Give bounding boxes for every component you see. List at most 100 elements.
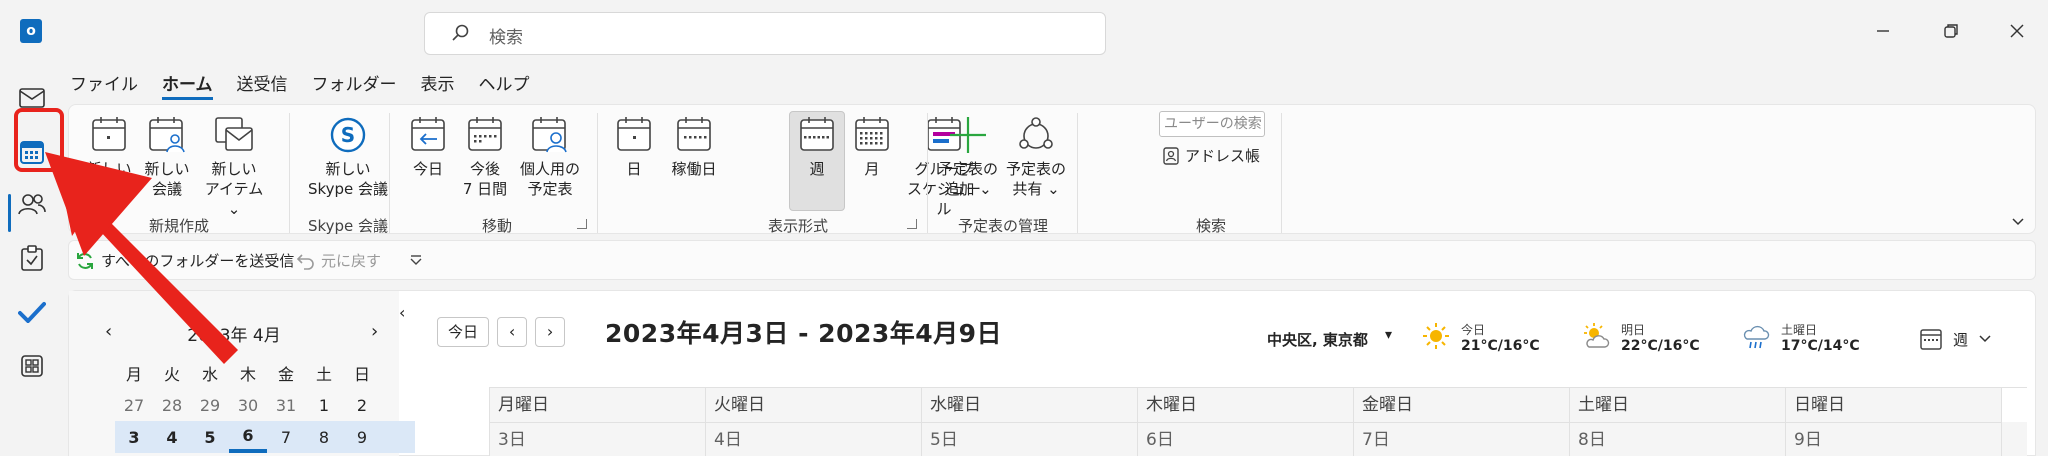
- mini-day[interactable]: 4: [153, 428, 191, 447]
- weekday-header: 日曜日: [1786, 388, 2002, 422]
- weather-tomorrow[interactable]: 明日 22°C/16°C: [1581, 321, 1700, 354]
- view-week-button[interactable]: 週: [791, 115, 843, 179]
- share-calendar-button[interactable]: 予定表の 共有 ⌄: [1003, 115, 1069, 199]
- restore-icon[interactable]: [1936, 16, 1966, 46]
- search-placeholder: 検索: [489, 28, 523, 48]
- month-view-icon: [855, 117, 889, 151]
- title-bar: o 検索: [0, 0, 2048, 66]
- day-cell[interactable]: 4日: [706, 422, 922, 456]
- weather-today-temp: 21°C/16°C: [1461, 338, 1540, 354]
- view-month-button[interactable]: 月: [847, 115, 897, 179]
- go-today-button[interactable]: 今日: [437, 317, 490, 347]
- share-calendar-line1: 予定表の: [1005, 160, 1066, 178]
- day-cell[interactable]: 8日: [1570, 422, 1786, 456]
- mini-month-label: 2023年 4月: [187, 326, 281, 346]
- weekday-header: 月曜日: [490, 388, 706, 422]
- mini-day[interactable]: 1: [305, 396, 343, 415]
- svg-text:S: S: [341, 123, 355, 147]
- prev-week-button[interactable]: ‹: [497, 317, 528, 347]
- mini-weekday: 月: [125, 365, 142, 384]
- day-cell[interactable]: 7日: [1354, 422, 1570, 456]
- mini-next-month-icon[interactable]: ›: [371, 321, 378, 342]
- address-book-button[interactable]: アドレス帳: [1163, 145, 1260, 166]
- view-workweek-button[interactable]: 稼働日: [663, 115, 725, 179]
- send-receive-all-button[interactable]: すべてのフォルダーを送受信: [75, 250, 294, 271]
- weather-today[interactable]: 今日 21°C/16°C: [1421, 321, 1540, 354]
- personal-calendar-button[interactable]: 個人用の 予定表: [515, 115, 585, 199]
- mini-day[interactable]: 3: [115, 428, 153, 447]
- close-icon[interactable]: [2002, 16, 2032, 46]
- collapse-pane-icon[interactable]: ‹: [399, 303, 405, 322]
- next-week-button[interactable]: ›: [535, 317, 566, 347]
- next-7-days-button[interactable]: 今後 7 日間: [459, 115, 511, 199]
- day-cell[interactable]: 5日: [922, 422, 1138, 456]
- mini-day-today[interactable]: 6: [229, 421, 267, 453]
- next-7-days-line1: 今後: [469, 160, 500, 178]
- share-calendar-icon: [1019, 117, 1053, 149]
- view-workweek-label: 稼働日: [671, 160, 717, 178]
- mini-day[interactable]: 5: [191, 428, 229, 447]
- tab-send-receive[interactable]: 送受信: [237, 72, 288, 100]
- week-header-row: 月曜日 火曜日 水曜日 木曜日 金曜日 土曜日 日曜日: [490, 388, 2027, 422]
- day-cell[interactable]: 6日: [1138, 422, 1354, 456]
- mini-day[interactable]: 7: [267, 428, 305, 447]
- mini-weekday: 木: [239, 365, 256, 384]
- new-meeting-line1: 新しい: [144, 160, 190, 178]
- mini-day[interactable]: 30: [229, 396, 267, 415]
- add-calendar-icon: [950, 117, 986, 153]
- weather-saturday[interactable]: 土曜日 17°C/14°C: [1741, 321, 1860, 354]
- user-search-input[interactable]: ユーザーの検索: [1159, 111, 1265, 137]
- new-items-button[interactable]: 新しい アイテム ⌄: [199, 115, 269, 219]
- tab-home[interactable]: ホーム: [162, 72, 213, 100]
- move-group-label: 移動: [481, 217, 512, 235]
- tab-folder[interactable]: フォルダー: [312, 72, 397, 100]
- day-cell[interactable]: 9日: [1786, 422, 2002, 456]
- day-cell[interactable]: 3日: [490, 422, 706, 456]
- people-icon[interactable]: [12, 184, 52, 224]
- view-switcher[interactable]: 週: [1919, 327, 1992, 351]
- undo-icon: [297, 253, 314, 270]
- tab-file[interactable]: ファイル: [70, 72, 138, 100]
- weather-tomorrow-label: 明日: [1621, 323, 1646, 337]
- chevron-down-icon[interactable]: [2011, 215, 2025, 229]
- tasks-icon[interactable]: [12, 238, 52, 278]
- tab-view[interactable]: 表示: [421, 72, 455, 100]
- weather-today-label: 今日: [1461, 323, 1486, 337]
- new-meeting-button[interactable]: 新しい 会議: [141, 115, 193, 199]
- new-skype-meeting-button[interactable]: S 新しい Skype 会議: [295, 115, 401, 199]
- week-dates-row: 3日 4日 5日 6日 7日 8日 9日: [490, 422, 2027, 456]
- mini-day[interactable]: 31: [267, 396, 305, 415]
- view-day-button[interactable]: 日: [609, 115, 659, 179]
- tab-help[interactable]: ヘルプ: [479, 72, 530, 100]
- view-group-launcher-icon[interactable]: [907, 219, 917, 229]
- mini-day[interactable]: 29: [191, 396, 229, 415]
- add-calendar-button[interactable]: 予定表の 追加 ⌄: [935, 115, 1001, 199]
- outlook-window: o 検索 ファイル ホーム 送受信 フォルダー 表示 ヘルプ 新しい 予定 新し…: [0, 0, 2048, 456]
- search-input[interactable]: 検索: [424, 12, 1106, 55]
- mini-day[interactable]: 27: [115, 396, 153, 415]
- next-7-days-icon: [468, 117, 502, 151]
- send-receive-all-label: すべてのフォルダーを送受信: [101, 252, 295, 270]
- ribbon-separator: [389, 113, 390, 233]
- undo-button[interactable]: 元に戻す: [297, 250, 381, 271]
- minimize-icon[interactable]: [1868, 16, 1898, 46]
- today-button[interactable]: 今日: [403, 115, 453, 179]
- share-calendar-line2: 共有 ⌄: [1012, 180, 1060, 198]
- search-icon: [452, 24, 469, 41]
- weather-tomorrow-temp: 22°C/16°C: [1621, 338, 1700, 354]
- apps-icon[interactable]: [12, 346, 52, 386]
- new-appointment-button[interactable]: 新しい 予定: [83, 115, 135, 199]
- mini-day[interactable]: 9: [343, 428, 381, 447]
- customize-toolbar-icon[interactable]: [409, 254, 423, 268]
- mini-day[interactable]: 8: [305, 428, 343, 447]
- today-line1: 今日: [412, 160, 443, 178]
- location-dropdown-icon[interactable]: ▾: [1385, 327, 1392, 343]
- move-group-launcher-icon[interactable]: [577, 219, 587, 229]
- ribbon-separator: [597, 113, 598, 233]
- mini-day[interactable]: 28: [153, 396, 191, 415]
- weather-location[interactable]: 中央区, 東京都: [1267, 329, 1368, 350]
- mini-day[interactable]: 2: [343, 396, 381, 415]
- todo-icon[interactable]: [12, 292, 52, 332]
- mini-week-row: 27 28 29 30 31 1 2: [115, 389, 415, 421]
- manage-group-label: 予定表の管理: [957, 217, 1048, 235]
